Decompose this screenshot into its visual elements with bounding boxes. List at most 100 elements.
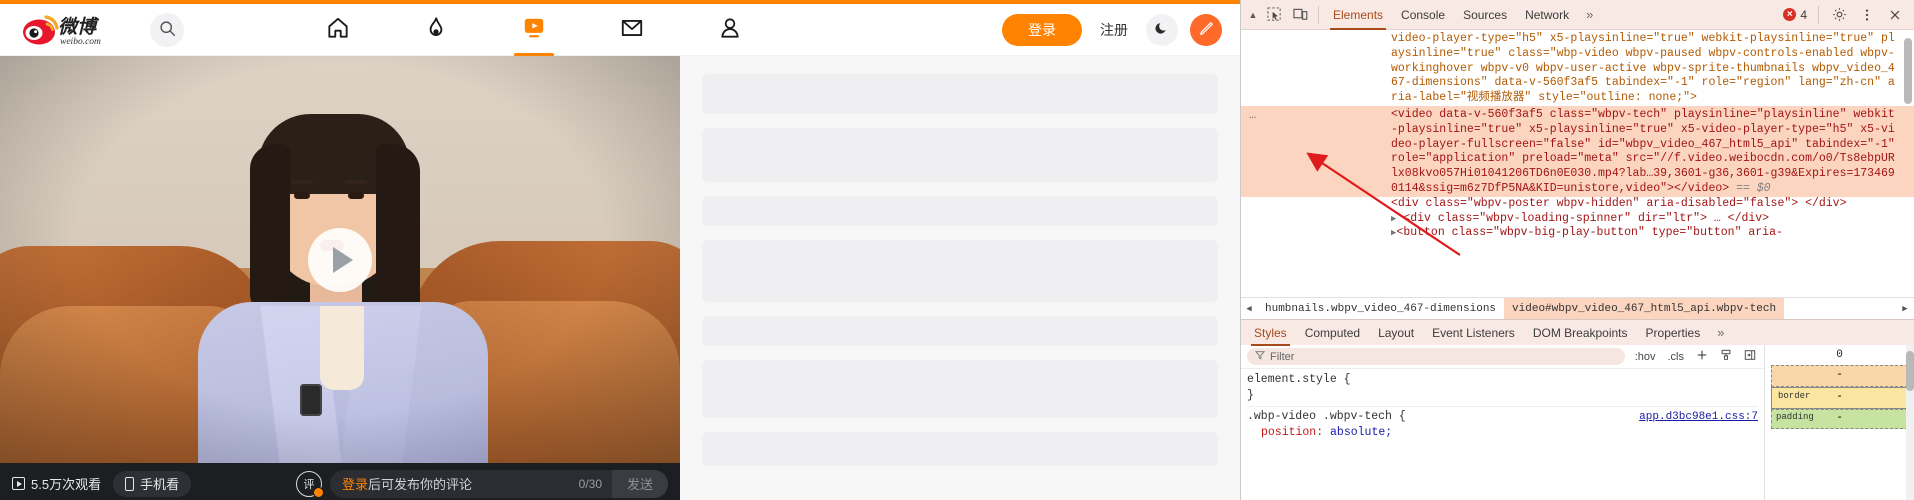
- box-model-diagram[interactable]: 0 - border - padding -: [1764, 345, 1914, 500]
- expand-triangle-icon[interactable]: ▶: [1391, 214, 1396, 224]
- moon-icon: [1154, 20, 1170, 39]
- close-icon[interactable]: [1882, 2, 1908, 28]
- tab-sources[interactable]: Sources: [1454, 0, 1516, 30]
- big-play-button[interactable]: [308, 227, 372, 292]
- tab-dom-breakpoints[interactable]: DOM Breakpoints: [1524, 320, 1637, 346]
- weibo-logo[interactable]: 微博 weibo.com: [20, 13, 140, 47]
- devtools-panel: ▲ Elements Console Sources Network » × 4…: [1240, 0, 1914, 500]
- styles-filter-input[interactable]: Filter: [1247, 348, 1625, 366]
- skeleton-block: [702, 316, 1218, 346]
- nav-item-message[interactable]: [610, 4, 654, 56]
- weibo-body: 5.5万次观看 手机看 评 登录后可发布你的评论 0/30 发送: [0, 56, 1240, 500]
- tab-styles[interactable]: Styles: [1245, 320, 1296, 346]
- theme-toggle-button[interactable]: [1146, 13, 1178, 46]
- box-model-scrollbar[interactable]: [1906, 345, 1914, 500]
- box-model-border[interactable]: border -: [1771, 387, 1908, 410]
- style-property-name[interactable]: position: [1247, 426, 1316, 439]
- more-tabs-button[interactable]: »: [1578, 7, 1601, 22]
- breadcrumb-scroll-right[interactable]: ▶: [1896, 304, 1914, 314]
- dom-line-big-play-button[interactable]: ▶<button class="wbpv-big-play-button" ty…: [1241, 226, 1914, 241]
- video-player-column: 5.5万次观看 手机看 评 登录后可发布你的评论 0/30 发送: [0, 56, 680, 500]
- chevron-up-icon[interactable]: ▲: [1245, 10, 1261, 20]
- nav-item-hot[interactable]: [414, 4, 458, 56]
- box-model-border-value: -: [1836, 391, 1843, 404]
- person-icon: [717, 15, 743, 44]
- tab-computed[interactable]: Computed: [1296, 320, 1369, 346]
- box-model-margin-top[interactable]: 0: [1765, 349, 1914, 361]
- register-button[interactable]: 注册: [1094, 20, 1134, 40]
- element-classes-icon[interactable]: [1718, 349, 1734, 364]
- watch-on-phone-label: 手机看: [140, 477, 180, 492]
- dom-line-poster[interactable]: <div class="wbpv-poster wbpv-hidden" ari…: [1241, 197, 1914, 212]
- dom-line-spinner[interactable]: ▶ <div class="wbpv-loading-spinner" dir=…: [1241, 212, 1914, 227]
- watch-on-phone-button[interactable]: 手机看: [113, 470, 192, 497]
- breadcrumb-item-1[interactable]: video#wbpv_video_467_html5_api.wbpv-tech: [1504, 298, 1785, 320]
- new-style-rule-icon[interactable]: [1694, 349, 1710, 364]
- dom-line-video-player-attrs[interactable]: video-player-type="h5" x5-playsinline="t…: [1241, 32, 1914, 106]
- style-rule-wbpv-tech[interactable]: app.d3bc98e1.css:7 .wbp-video .wbpv-tech…: [1247, 409, 1758, 441]
- toolbar-divider: [1318, 5, 1319, 24]
- selected-node-marker: == $0: [1736, 181, 1771, 195]
- device-toolbar-icon[interactable]: [1287, 2, 1313, 28]
- box-model-padding-label: padding: [1776, 412, 1814, 423]
- inspect-element-icon[interactable]: [1261, 2, 1287, 28]
- toggle-sidebar-icon[interactable]: [1742, 349, 1758, 364]
- breadcrumb-scroll-left[interactable]: ◀: [1241, 304, 1257, 314]
- dom-node-selected[interactable]: … <video data-v-560f3af5 class="wbpv-tec…: [1241, 105, 1914, 197]
- box-model-padding[interactable]: padding -: [1771, 409, 1908, 430]
- skeleton-block: [702, 196, 1218, 226]
- avatar-badge-dot: [313, 486, 324, 498]
- toolbar-divider: [1818, 5, 1819, 24]
- tab-elements[interactable]: Elements: [1324, 0, 1392, 30]
- dom-tree[interactable]: video-player-type="h5" x5-playsinline="t…: [1241, 30, 1914, 298]
- envelope-icon: [619, 15, 645, 44]
- tab-properties[interactable]: Properties: [1637, 320, 1710, 346]
- style-property-value[interactable]: absolute;: [1330, 426, 1392, 439]
- nav-item-profile[interactable]: [708, 4, 752, 56]
- styles-rules-list[interactable]: element.style { } app.d3bc98e1.css:7 .wb…: [1241, 369, 1764, 500]
- play-count-icon: [12, 477, 25, 490]
- comment-avatar-icon: 评: [296, 470, 324, 498]
- style-rule-source-link[interactable]: app.d3bc98e1.css:7: [1639, 409, 1758, 425]
- styles-more-tabs-button[interactable]: »: [1709, 325, 1732, 340]
- gear-icon[interactable]: [1826, 2, 1852, 28]
- video-bottom-bar: 5.5万次观看 手机看 评 登录后可发布你的评论 0/30 发送: [0, 463, 680, 500]
- video-icon: [521, 15, 547, 44]
- error-count-badge[interactable]: × 4: [1779, 8, 1811, 22]
- weibo-main-nav: [316, 4, 752, 56]
- nav-item-video[interactable]: [512, 4, 556, 56]
- comment-input[interactable]: 登录后可发布你的评论 0/30 发送: [330, 469, 668, 498]
- styles-pane-scrollbar[interactable]: [1798, 110, 1806, 230]
- compose-post-button[interactable]: [1190, 13, 1222, 46]
- box-model-margin[interactable]: -: [1771, 365, 1908, 388]
- dom-line-text: <div class="wbpv-poster wbpv-hidden" ari…: [1391, 196, 1847, 210]
- view-count: 5.5万次观看: [12, 474, 101, 493]
- mobile-icon: [125, 476, 135, 491]
- more-vertical-icon[interactable]: [1854, 2, 1880, 28]
- weibo-page: 微博 weibo.com 登录 注册 5.5万次观看 手机看 评 登录后可发布你…: [0, 0, 1240, 500]
- box-model-margin-value: -: [1836, 369, 1843, 382]
- tab-event-listeners[interactable]: Event Listeners: [1423, 320, 1524, 346]
- flame-icon: [423, 15, 449, 44]
- tab-console[interactable]: Console: [1392, 0, 1454, 30]
- nav-item-home[interactable]: [316, 4, 360, 56]
- comment-login-link[interactable]: 登录: [342, 477, 368, 492]
- error-count-label: 4: [1800, 7, 1807, 22]
- login-button[interactable]: 登录: [1002, 13, 1082, 46]
- devtools-toolbar: ▲ Elements Console Sources Network » × 4: [1241, 0, 1914, 30]
- send-comment-button[interactable]: 发送: [612, 469, 668, 498]
- cls-toggle-button[interactable]: .cls: [1666, 351, 1687, 363]
- skeleton-block: [702, 360, 1218, 418]
- hov-toggle-button[interactable]: :hov: [1633, 351, 1658, 363]
- devtools-tab-list: Elements Console Sources Network »: [1324, 0, 1601, 30]
- view-count-label: 5.5万次观看: [31, 477, 102, 492]
- video-stage[interactable]: [0, 56, 680, 463]
- breadcrumb-item-0[interactable]: humbnails.wbpv_video_467-dimensions: [1257, 298, 1504, 319]
- tab-layout[interactable]: Layout: [1369, 320, 1423, 346]
- tab-network[interactable]: Network: [1516, 0, 1578, 30]
- style-declaration[interactable]: position: absolute;: [1247, 425, 1758, 441]
- style-rule-element-style[interactable]: element.style { }: [1247, 372, 1758, 404]
- dom-tree-scrollbar[interactable]: [1904, 34, 1912, 293]
- search-button[interactable]: [150, 12, 184, 47]
- weibo-header: 微博 weibo.com 登录 注册: [0, 4, 1240, 56]
